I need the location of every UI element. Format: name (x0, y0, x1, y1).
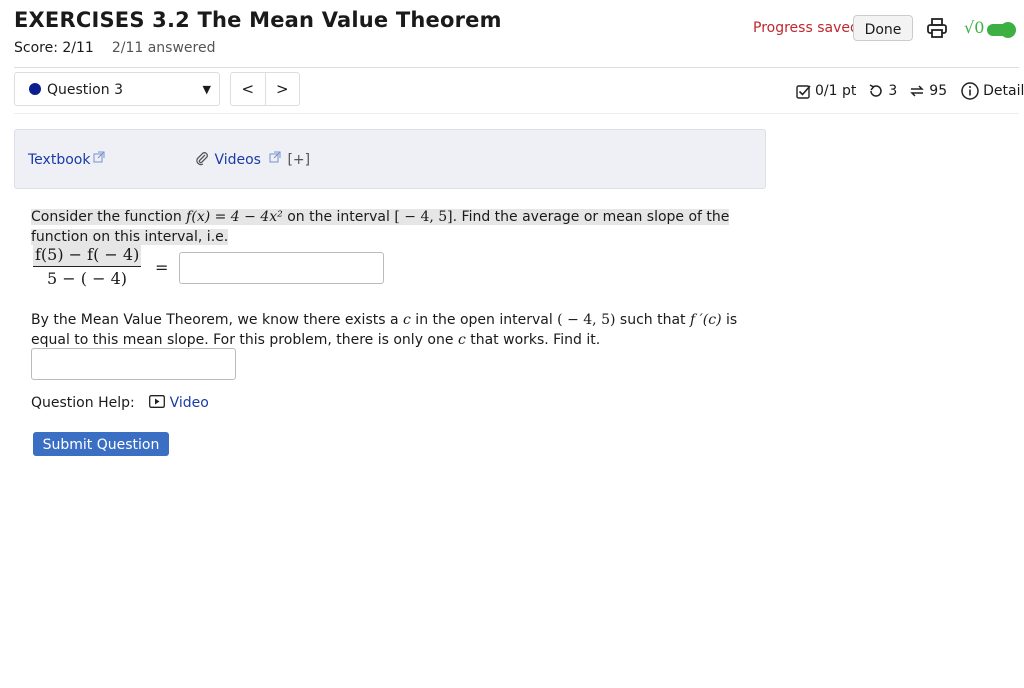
textbook-link[interactable]: Textbook (28, 151, 105, 168)
retries-count: 3 (888, 83, 898, 99)
question-text-part2: By the Mean Value Theorem, we know there… (31, 310, 751, 350)
question-text: that works. Find it. (465, 332, 601, 348)
external-link-icon (269, 151, 281, 163)
videos-label: Videos (214, 152, 261, 168)
question-text: in the open interval (410, 312, 558, 328)
variable-c: c (403, 312, 411, 328)
mean-slope-answer-input[interactable] (179, 252, 384, 284)
paperclip-icon (196, 152, 208, 166)
next-question-button[interactable]: > (266, 73, 300, 105)
question-text: on the interval (282, 209, 395, 225)
score-line: Score: 2/11 2/11 answered (14, 40, 215, 56)
question-help: Question Help: Video (31, 395, 209, 411)
attempts-count: 95 (929, 83, 948, 99)
points-check-icon (796, 84, 811, 99)
question-text: Consider the function (31, 209, 187, 225)
mean-slope-fraction: f(5) − f( − 4) 5 − ( − 4) (33, 245, 142, 288)
details-label: Details (983, 83, 1024, 99)
header-divider (14, 67, 1019, 68)
function-expression: f(x) = 4 − 4x² (186, 209, 283, 225)
question-status-dot (29, 83, 41, 95)
help-label: Question Help: (31, 395, 135, 411)
info-icon (961, 82, 979, 100)
question-text-part1: Consider the function f(x) = 4 − 4x² on … (31, 207, 741, 247)
question-text: such that (615, 312, 690, 328)
help-video-link[interactable]: Video (149, 395, 209, 411)
dropdown-caret-icon: ▼ (202, 83, 211, 96)
question-meta: 0/1 pt 3 95 Details (796, 82, 1024, 100)
meta-divider (14, 113, 1019, 114)
sqrt-label: √0 (964, 18, 985, 37)
page-title: EXERCISES 3.2 The Mean Value Theorem (14, 8, 502, 32)
submit-question-button[interactable]: Submit Question (33, 432, 169, 456)
open-interval-expression: ( − 4, 5) (557, 312, 616, 328)
question-text: By the Mean Value Theorem, we know there… (31, 312, 404, 328)
resources-panel: Textbook Videos [+] (14, 129, 766, 189)
expand-videos-button[interactable]: [+] (287, 152, 310, 168)
done-button[interactable]: Done (853, 15, 913, 41)
question-select[interactable]: Question 3 ▼ (14, 72, 220, 106)
video-icon (149, 395, 166, 408)
progress-status: Progress saved (753, 20, 859, 36)
math-toggle[interactable]: √0 (964, 16, 1018, 42)
help-video-label: Video (169, 395, 209, 411)
score-text: Score: 2/11 (14, 40, 94, 56)
variable-c: c (457, 332, 466, 348)
retry-icon (869, 84, 883, 97)
question-pager: < > (230, 72, 300, 106)
external-link-icon (93, 151, 105, 163)
c-value-answer-input[interactable] (31, 348, 236, 380)
derivative-expression: f ′(c) (689, 312, 722, 328)
print-icon[interactable] (926, 17, 948, 39)
fraction-numerator: f(5) − f( − 4) (33, 245, 142, 267)
prev-question-button[interactable]: < (231, 73, 265, 105)
details-button[interactable]: Details (961, 82, 1024, 100)
attempts-icon (910, 85, 925, 97)
answered-count: 2/11 answered (111, 40, 216, 56)
question-label: Question 3 (47, 82, 123, 98)
equals-sign: = (155, 258, 169, 277)
toggle-switch-icon (987, 22, 1016, 38)
interval-expression: [ − 4, 5] (394, 209, 453, 225)
videos-link[interactable]: Videos [+] (195, 151, 310, 168)
points-text: 0/1 pt (815, 83, 857, 99)
fraction-denominator: 5 − ( − 4) (47, 269, 127, 288)
textbook-label: Textbook (28, 152, 91, 168)
